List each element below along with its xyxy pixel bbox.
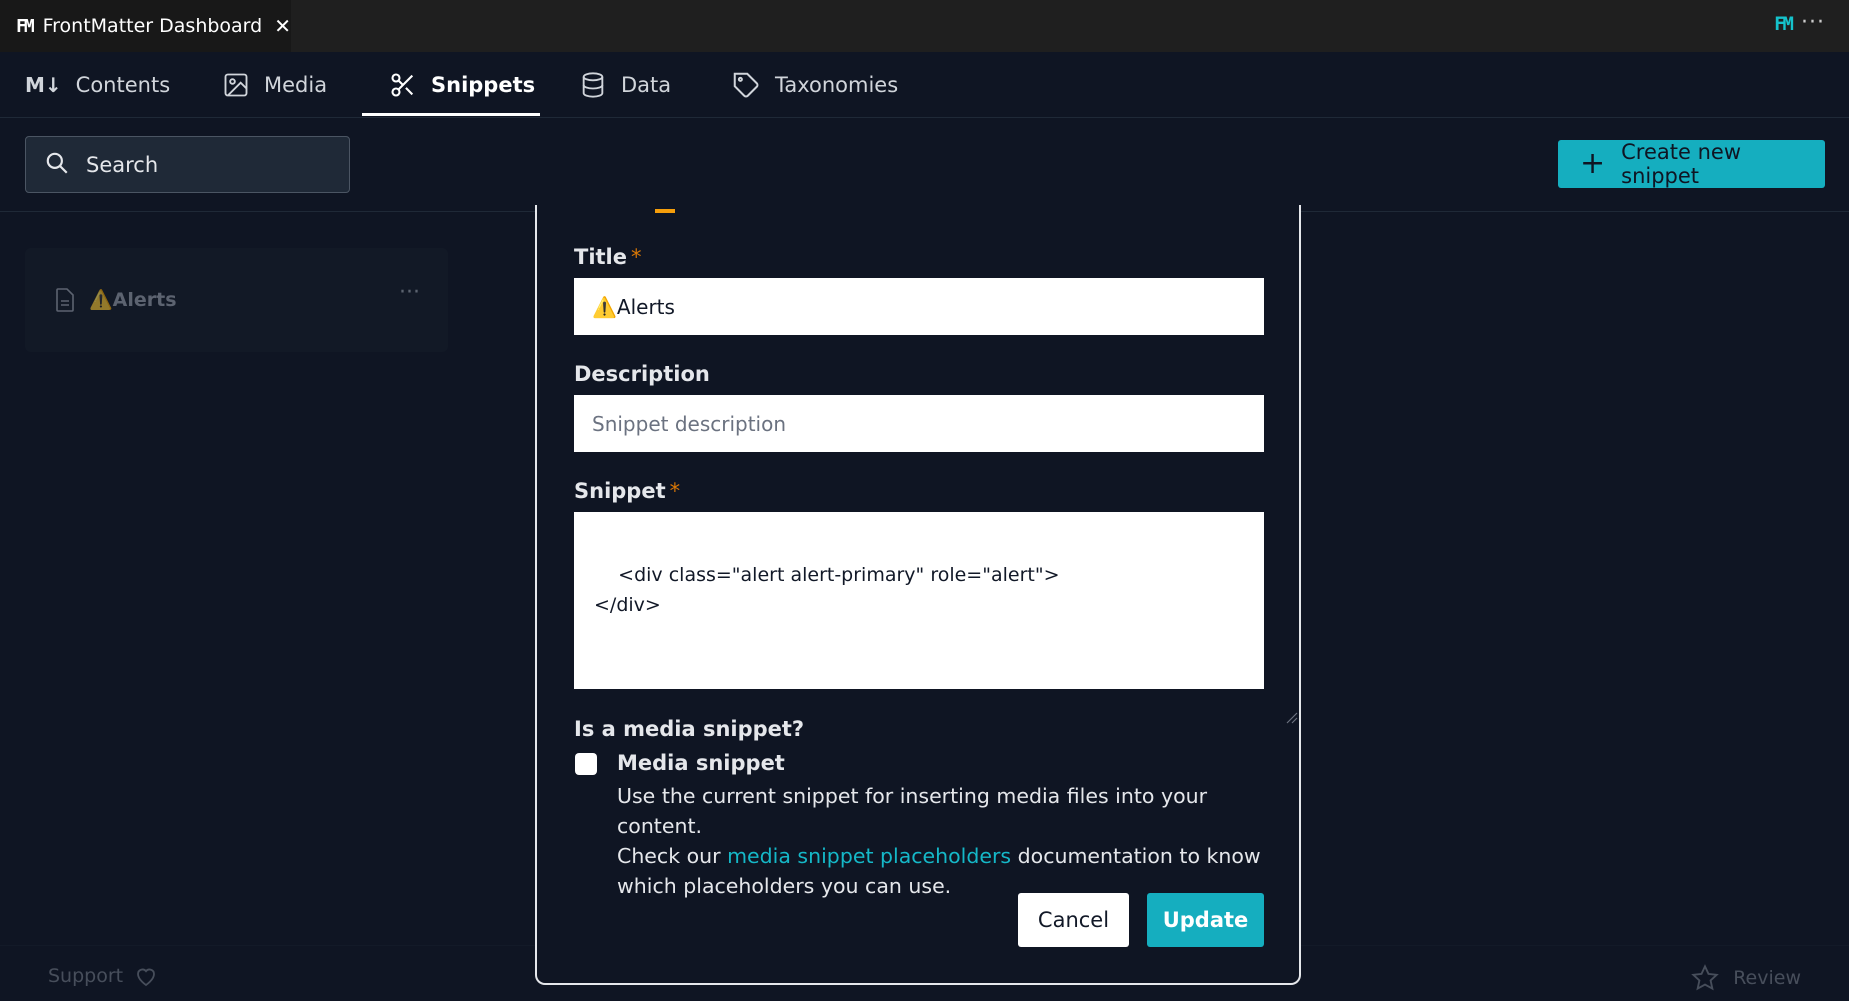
required-mark: * — [669, 479, 681, 503]
tab-data[interactable]: Data — [579, 52, 671, 118]
resize-handle-icon[interactable] — [1248, 673, 1298, 724]
tab-contents[interactable]: M↓ Contents — [25, 52, 170, 118]
title-field-value: ⚠️Alerts — [592, 294, 675, 319]
plus-icon: + — [1580, 146, 1606, 181]
star-icon — [1691, 964, 1719, 992]
update-button[interactable]: Update — [1147, 893, 1264, 947]
description-field[interactable]: Snippet description — [574, 395, 1264, 452]
more-options-icon[interactable]: ··· — [399, 280, 420, 305]
search-icon — [44, 150, 70, 180]
frontmatter-logo-icon: FM — [16, 15, 35, 37]
review-label: Review — [1733, 967, 1801, 989]
edit-snippet-dialog: Title * ⚠️Alerts Description Snippet desc… — [535, 205, 1301, 985]
tag-icon — [731, 70, 761, 100]
snippet-field-label: Snippet * — [574, 479, 681, 503]
media-snippet-checkbox[interactable] — [575, 753, 597, 775]
editor-tab-title: FrontMatter Dashboard — [42, 15, 263, 37]
dialog-header-cutoff — [655, 199, 775, 213]
tab-taxonomies[interactable]: Taxonomies — [731, 52, 898, 118]
tab-snippets[interactable]: Snippets — [389, 52, 535, 118]
title-field-label: Title * — [574, 245, 642, 269]
editor-tab[interactable]: FM FrontMatter Dashboard ✕ — [0, 0, 291, 52]
dashboard-nav: M↓ Contents Media Snippets Data Taxonomi… — [0, 52, 1849, 118]
cancel-button[interactable]: Cancel — [1018, 893, 1129, 947]
image-icon — [222, 71, 250, 99]
snippet-textarea[interactable]: <div class="alert alert-primary" role="a… — [574, 512, 1298, 724]
more-actions-icon[interactable]: ··· — [1801, 10, 1825, 35]
heart-icon — [133, 964, 159, 988]
description-placeholder: Snippet description — [592, 411, 787, 436]
active-tab-indicator — [362, 113, 540, 116]
media-desc-line1: Use the current snippet for inserting me… — [617, 784, 1208, 838]
tab-contents-label: Contents — [75, 73, 171, 97]
tab-taxonomies-label: Taxonomies — [775, 73, 899, 97]
markdown-icon: M↓ — [25, 73, 62, 97]
database-icon — [579, 71, 607, 99]
create-snippet-button[interactable]: + Create new snippet — [1558, 140, 1825, 188]
snippet-textarea-value: <div class="alert alert-primary" role="a… — [594, 564, 1060, 616]
media-question-label: Is a media snippet? — [574, 717, 805, 741]
tab-media-label: Media — [264, 73, 328, 97]
support-link[interactable]: Support — [48, 964, 159, 988]
search-placeholder: Search — [86, 152, 159, 177]
review-link[interactable]: Review — [1691, 964, 1801, 992]
tab-media[interactable]: Media — [222, 52, 327, 118]
description-field-label: Description — [574, 362, 710, 386]
tab-snippets-label: Snippets — [431, 73, 536, 97]
media-snippet-label: Media snippet — [617, 751, 785, 775]
search-input[interactable]: Search — [25, 136, 350, 193]
toolbar: Search + Create new snippet — [0, 118, 1849, 212]
media-desc-pre: Check our — [617, 844, 728, 868]
media-placeholders-link[interactable]: media snippet placeholders — [727, 844, 1011, 868]
snippet-card-title: ⚠️Alerts — [89, 289, 177, 311]
title-field[interactable]: ⚠️Alerts — [574, 278, 1264, 335]
frontmatter-action-icon[interactable]: FM — [1774, 13, 1794, 35]
required-mark: * — [631, 245, 642, 269]
document-icon — [55, 288, 75, 316]
create-snippet-label: Create new snippet — [1621, 140, 1741, 188]
snippet-card[interactable]: ⚠️Alerts ··· — [25, 248, 448, 352]
media-snippet-description: Use the current snippet for inserting me… — [617, 781, 1277, 901]
close-icon[interactable]: ✕ — [274, 14, 291, 38]
tab-data-label: Data — [621, 73, 672, 97]
support-label: Support — [48, 965, 124, 987]
window-titlebar: FM FrontMatter Dashboard ✕ FM ··· — [0, 0, 1849, 52]
scissors-icon — [389, 71, 417, 99]
